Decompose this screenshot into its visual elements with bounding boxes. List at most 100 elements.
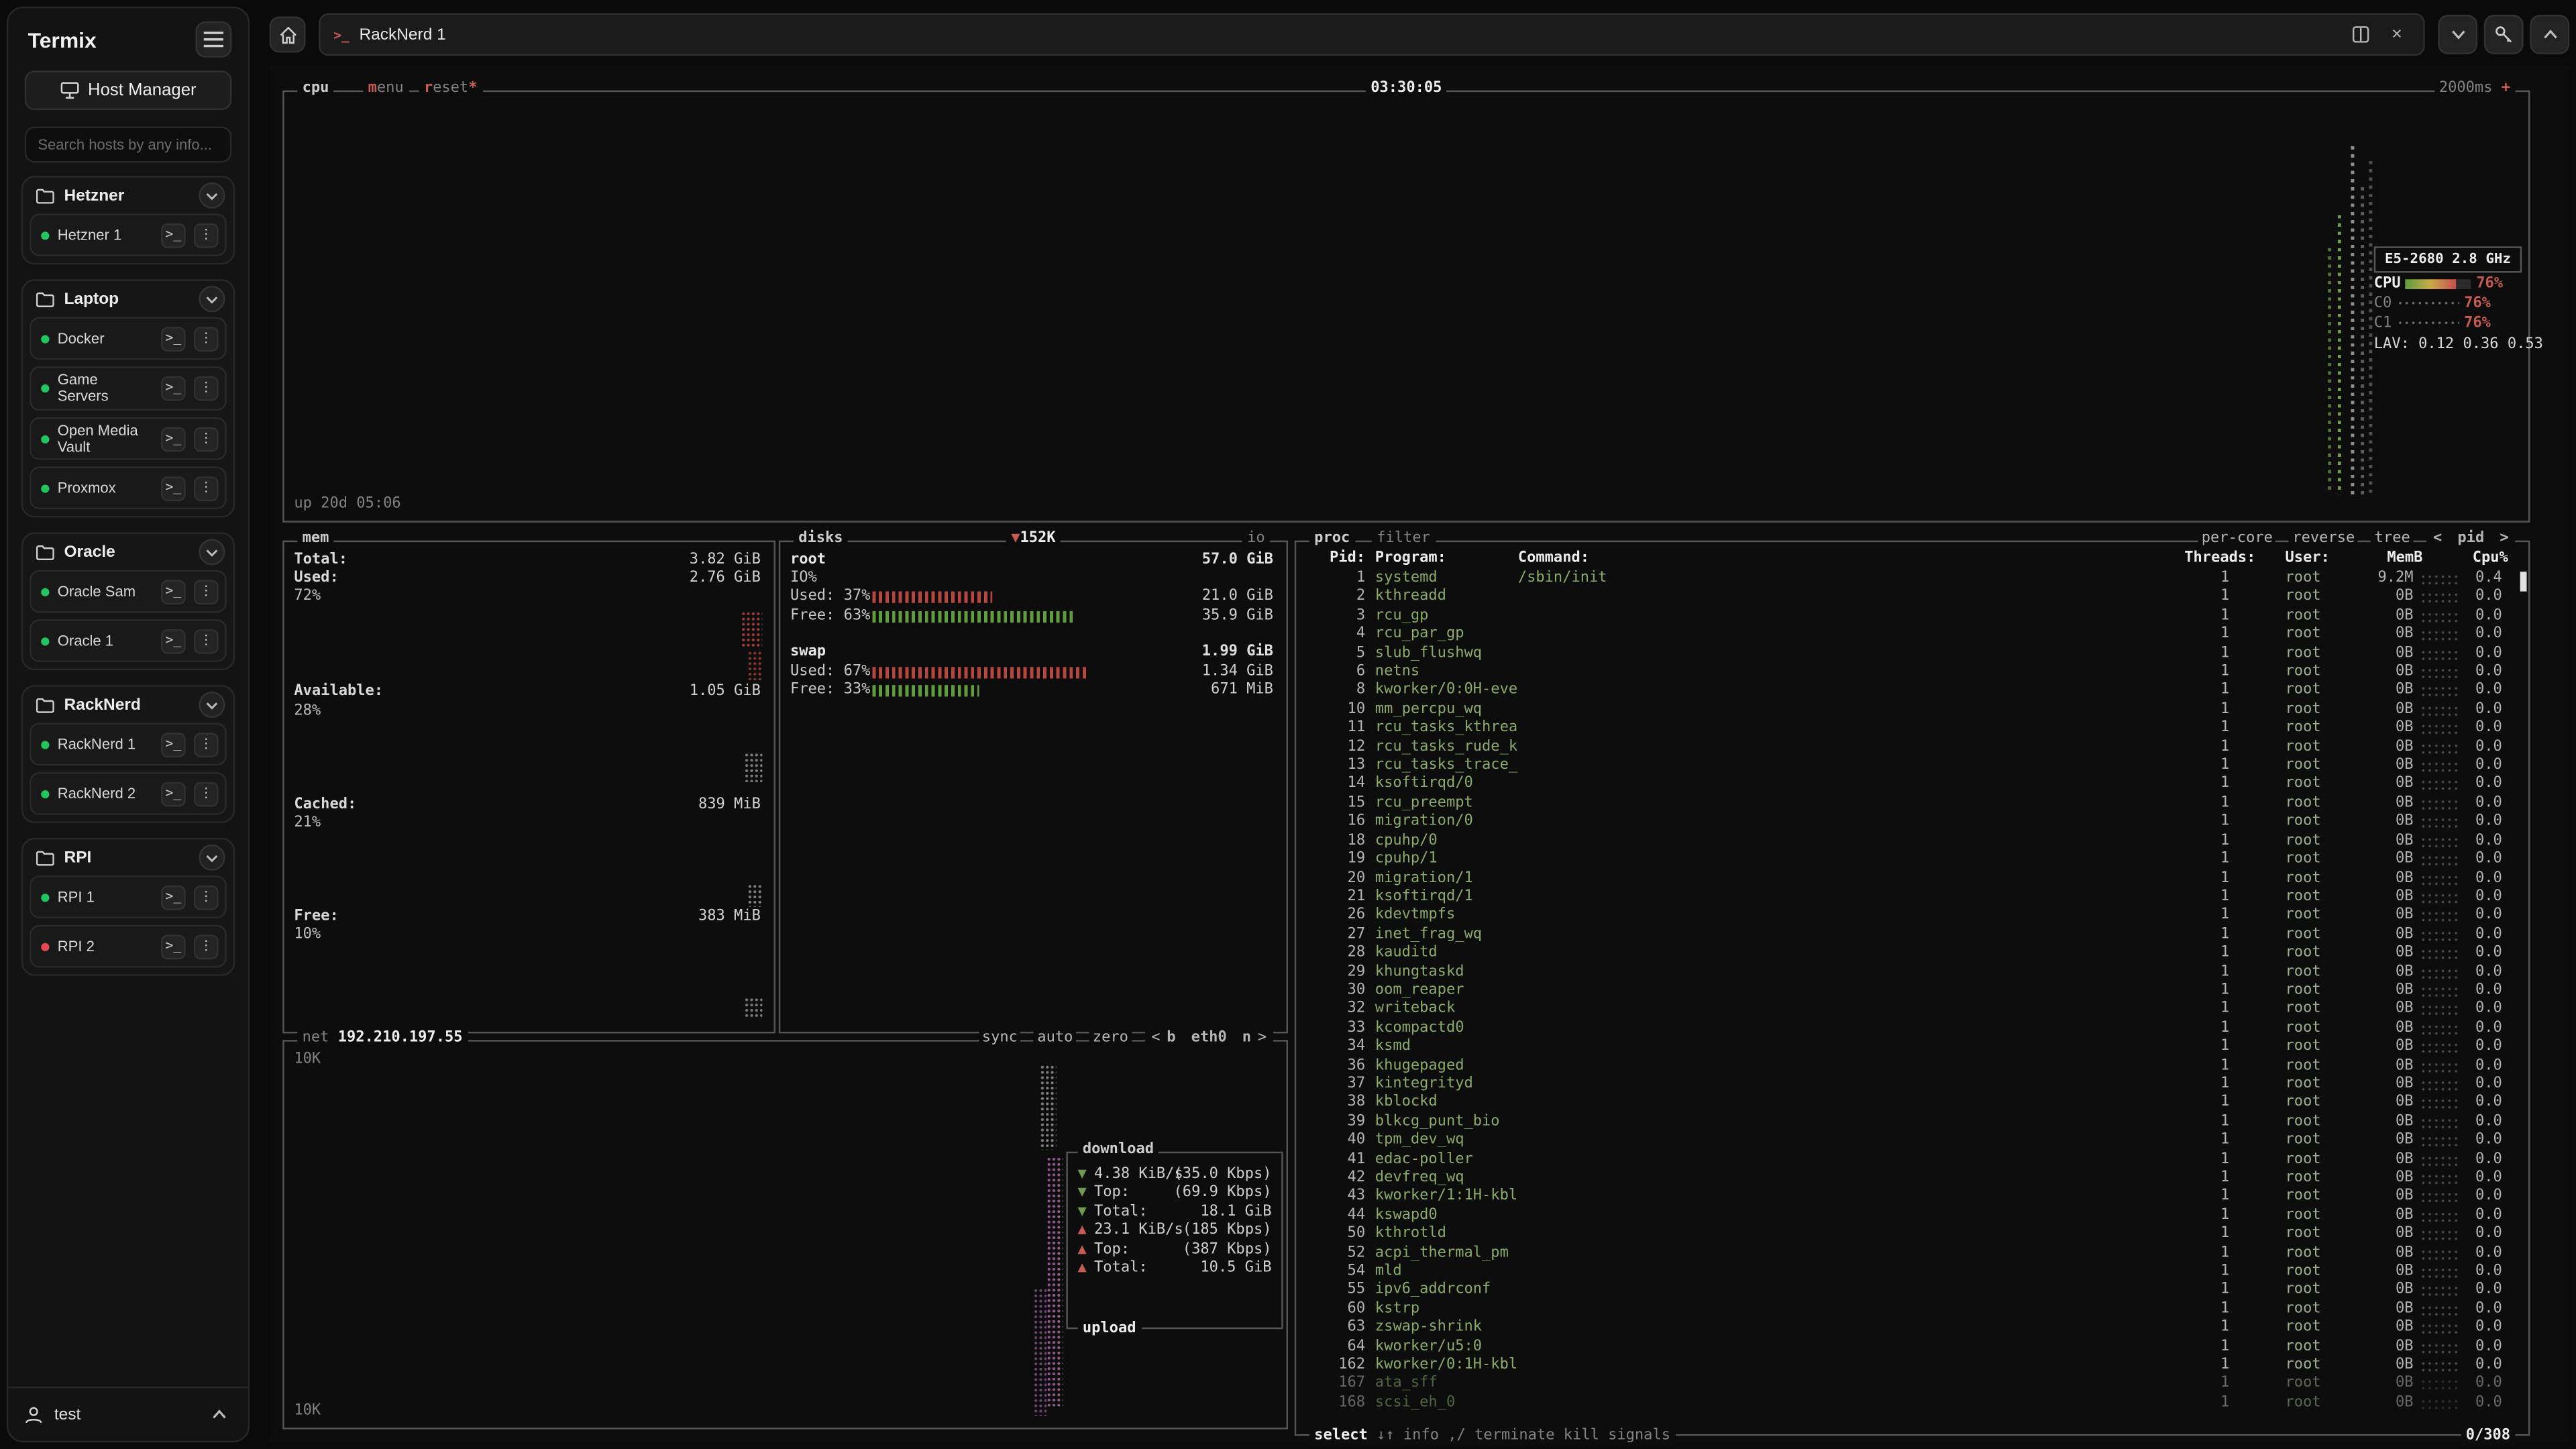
host-menu-button[interactable]: ⋮ [194, 782, 219, 806]
host-terminal-button[interactable]: >_ [161, 934, 186, 959]
host-item[interactable]: Proxmox >_ ⋮ [30, 467, 227, 510]
col-user[interactable]: User: [2286, 550, 2330, 568]
process-row[interactable]: 10mm_percpu_wq 1root0B 0.0 [1306, 701, 2518, 720]
search-input[interactable] [25, 127, 232, 163]
host-item[interactable]: Oracle Sam >_ ⋮ [30, 571, 227, 614]
io-tab[interactable]: io [1242, 531, 1270, 549]
host-group-header[interactable]: RPI [23, 840, 233, 876]
process-row[interactable]: 30oom_reaper 1root0B 0.0 [1306, 982, 2518, 1001]
process-row[interactable]: 38kblockd 1root0B 0.0 [1306, 1095, 2518, 1114]
sidebar-menu-button[interactable] [195, 21, 231, 58]
process-row[interactable]: 52acpi_thermal_pm 1root0B 0.0 [1306, 1244, 2518, 1263]
process-row[interactable]: 60kstrp 1root0B 0.0 [1306, 1301, 2518, 1320]
host-terminal-button[interactable]: >_ [161, 376, 186, 400]
col-memb[interactable]: MemB [2387, 550, 2422, 568]
process-row[interactable]: 40tpm_dev_wq 1root0B 0.0 [1306, 1132, 2518, 1151]
host-menu-button[interactable]: ⋮ [194, 580, 219, 604]
group-collapse-button[interactable] [199, 182, 225, 209]
process-row[interactable]: 1systemd/sbin/init 1root9.2M 0.4 [1306, 570, 2518, 589]
process-row[interactable]: 11rcu_tasks_kthrea 1root0B 0.0 [1306, 720, 2518, 739]
process-row[interactable]: 4rcu_par_gp 1root0B 0.0 [1306, 627, 2518, 645]
host-item[interactable]: Game Servers >_ ⋮ [30, 366, 227, 410]
host-menu-button[interactable]: ⋮ [194, 476, 219, 501]
host-menu-button[interactable]: ⋮ [194, 326, 219, 351]
group-collapse-button[interactable] [199, 286, 225, 312]
process-row[interactable]: 6netns 1root0B 0.0 [1306, 663, 2518, 682]
process-row[interactable]: 55ipv6_addrconf 1root0B 0.0 [1306, 1282, 2518, 1301]
col-threads[interactable]: Threads: [2127, 550, 2255, 568]
process-row[interactable]: 2kthreadd 1root0B 0.0 [1306, 589, 2518, 608]
host-menu-button[interactable]: ⋮ [194, 629, 219, 654]
net-tab-zero[interactable]: zero [1089, 1030, 1132, 1049]
group-collapse-button[interactable] [199, 845, 225, 871]
process-row[interactable]: 29khungtaskd 1root0B 0.0 [1306, 963, 2518, 982]
refresh-interval[interactable]: 2000ms + [2434, 80, 2516, 99]
process-row[interactable]: 44kswapd0 1root0B 0.0 [1306, 1208, 2518, 1226]
host-terminal-button[interactable]: >_ [161, 427, 186, 451]
net-tab-auto[interactable]: auto [1034, 1030, 1076, 1049]
process-row[interactable]: 50kthrotld 1root0B 0.0 [1306, 1226, 2518, 1244]
host-group-header[interactable]: Hetzner [23, 177, 233, 213]
process-row[interactable]: 43kworker/1:1H-kbl 1root0B 0.0 [1306, 1189, 2518, 1208]
reset-shortcut[interactable]: reset* [419, 80, 482, 99]
process-row[interactable]: 8kworker/0:0H-eve 1root0B 0.0 [1306, 682, 2518, 701]
col-cpu[interactable]: Cpu% [2473, 550, 2508, 568]
process-row[interactable]: 37kintegrityd 1root0B 0.0 [1306, 1076, 2518, 1095]
group-collapse-button[interactable] [199, 539, 225, 566]
menu-shortcut[interactable]: menu [363, 80, 409, 99]
user-menu-chevron-button[interactable] [205, 1401, 231, 1428]
filter-tab[interactable]: filter [1372, 531, 1435, 549]
process-row[interactable]: 36khugepaged 1root0B 0.0 [1306, 1057, 2518, 1076]
host-terminal-button[interactable]: >_ [161, 629, 186, 654]
host-manager-button[interactable]: Host Manager [25, 70, 232, 110]
host-terminal-button[interactable]: >_ [161, 782, 186, 806]
process-row[interactable]: 19cpuhp/1 1root0B 0.0 [1306, 851, 2518, 870]
tab-racknerd-1[interactable]: >_ RackNerd 1 × [319, 13, 2425, 56]
host-terminal-button[interactable]: >_ [161, 326, 186, 351]
process-row[interactable]: 64kworker/u5:0 1root0B 0.0 [1306, 1338, 2518, 1357]
process-row[interactable]: 21ksoftirqd/1 1root0B 0.0 [1306, 889, 2518, 908]
host-menu-button[interactable]: ⋮ [194, 934, 219, 959]
process-row[interactable]: 167ata_sff 1root0B 0.0 [1306, 1376, 2518, 1395]
process-row[interactable]: 16migration/0 1root0B 0.0 [1306, 814, 2518, 833]
col-pid[interactable]: Pid: [1306, 550, 1365, 568]
host-group-header[interactable]: Laptop [23, 281, 233, 317]
tree-tab[interactable]: tree [2371, 531, 2414, 549]
split-view-button[interactable] [2348, 21, 2374, 48]
process-row[interactable]: 54mld 1root0B 0.0 [1306, 1263, 2518, 1282]
proc-rows[interactable]: 1systemd/sbin/init 1root9.2M 0.4 2kthrea… [1306, 570, 2518, 1411]
host-menu-button[interactable]: ⋮ [194, 733, 219, 757]
process-row[interactable]: 14ksoftirqd/0 1root0B 0.0 [1306, 776, 2518, 795]
host-terminal-button[interactable]: >_ [161, 885, 186, 910]
process-row[interactable]: 3rcu_gp 1root0B 0.0 [1306, 608, 2518, 627]
per-core-tab[interactable]: per-core [2198, 531, 2276, 549]
host-terminal-button[interactable]: >_ [161, 733, 186, 757]
process-row[interactable]: 42devfreq_wq 1root0B 0.0 [1306, 1170, 2518, 1189]
reverse-tab[interactable]: reverse [2289, 531, 2358, 549]
host-terminal-button[interactable]: >_ [161, 580, 186, 604]
host-item[interactable]: RPI 1 >_ ⋮ [30, 876, 227, 919]
proc-scrollbar-thumb[interactable] [2520, 572, 2527, 591]
process-row[interactable]: 162kworker/0:1H-kbl 1root0B 0.0 [1306, 1357, 2518, 1376]
host-item[interactable]: Open Media Vault >_ ⋮ [30, 417, 227, 460]
group-collapse-button[interactable] [199, 692, 225, 718]
host-menu-button[interactable]: ⋮ [194, 427, 219, 451]
process-row[interactable]: 63zswap-shrink 1root0B 0.0 [1306, 1320, 2518, 1338]
pid-sort-tab[interactable]: < pid > [2426, 531, 2515, 549]
process-row[interactable]: 13rcu_tasks_trace_ 1root0B 0.0 [1306, 757, 2518, 776]
process-row[interactable]: 18cpuhp/0 1root0B 0.0 [1306, 833, 2518, 851]
host-item[interactable]: Docker >_ ⋮ [30, 317, 227, 360]
host-item[interactable]: RackNerd 2 >_ ⋮ [30, 773, 227, 816]
host-item[interactable]: Hetzner 1 >_ ⋮ [30, 213, 227, 256]
process-row[interactable]: 168scsi_eh_0 1root0B 0.0 [1306, 1395, 2518, 1411]
credentials-button[interactable] [2484, 15, 2524, 54]
col-program[interactable]: Program: [1375, 550, 1446, 568]
host-group-header[interactable]: RackNerd [23, 688, 233, 724]
terminal-view[interactable]: cpu menu reset* 03:30:05 2000ms + E5-268… [270, 66, 2570, 1442]
host-item[interactable]: RPI 2 >_ ⋮ [30, 926, 227, 969]
host-menu-button[interactable]: ⋮ [194, 376, 219, 400]
host-item[interactable]: RackNerd 1 >_ ⋮ [30, 723, 227, 766]
process-row[interactable]: 27inet_frag_wq 1root0B 0.0 [1306, 926, 2518, 945]
process-row[interactable]: 26kdevtmpfs 1root0B 0.0 [1306, 908, 2518, 926]
process-row[interactable]: 15rcu_preempt 1root0B 0.0 [1306, 795, 2518, 814]
